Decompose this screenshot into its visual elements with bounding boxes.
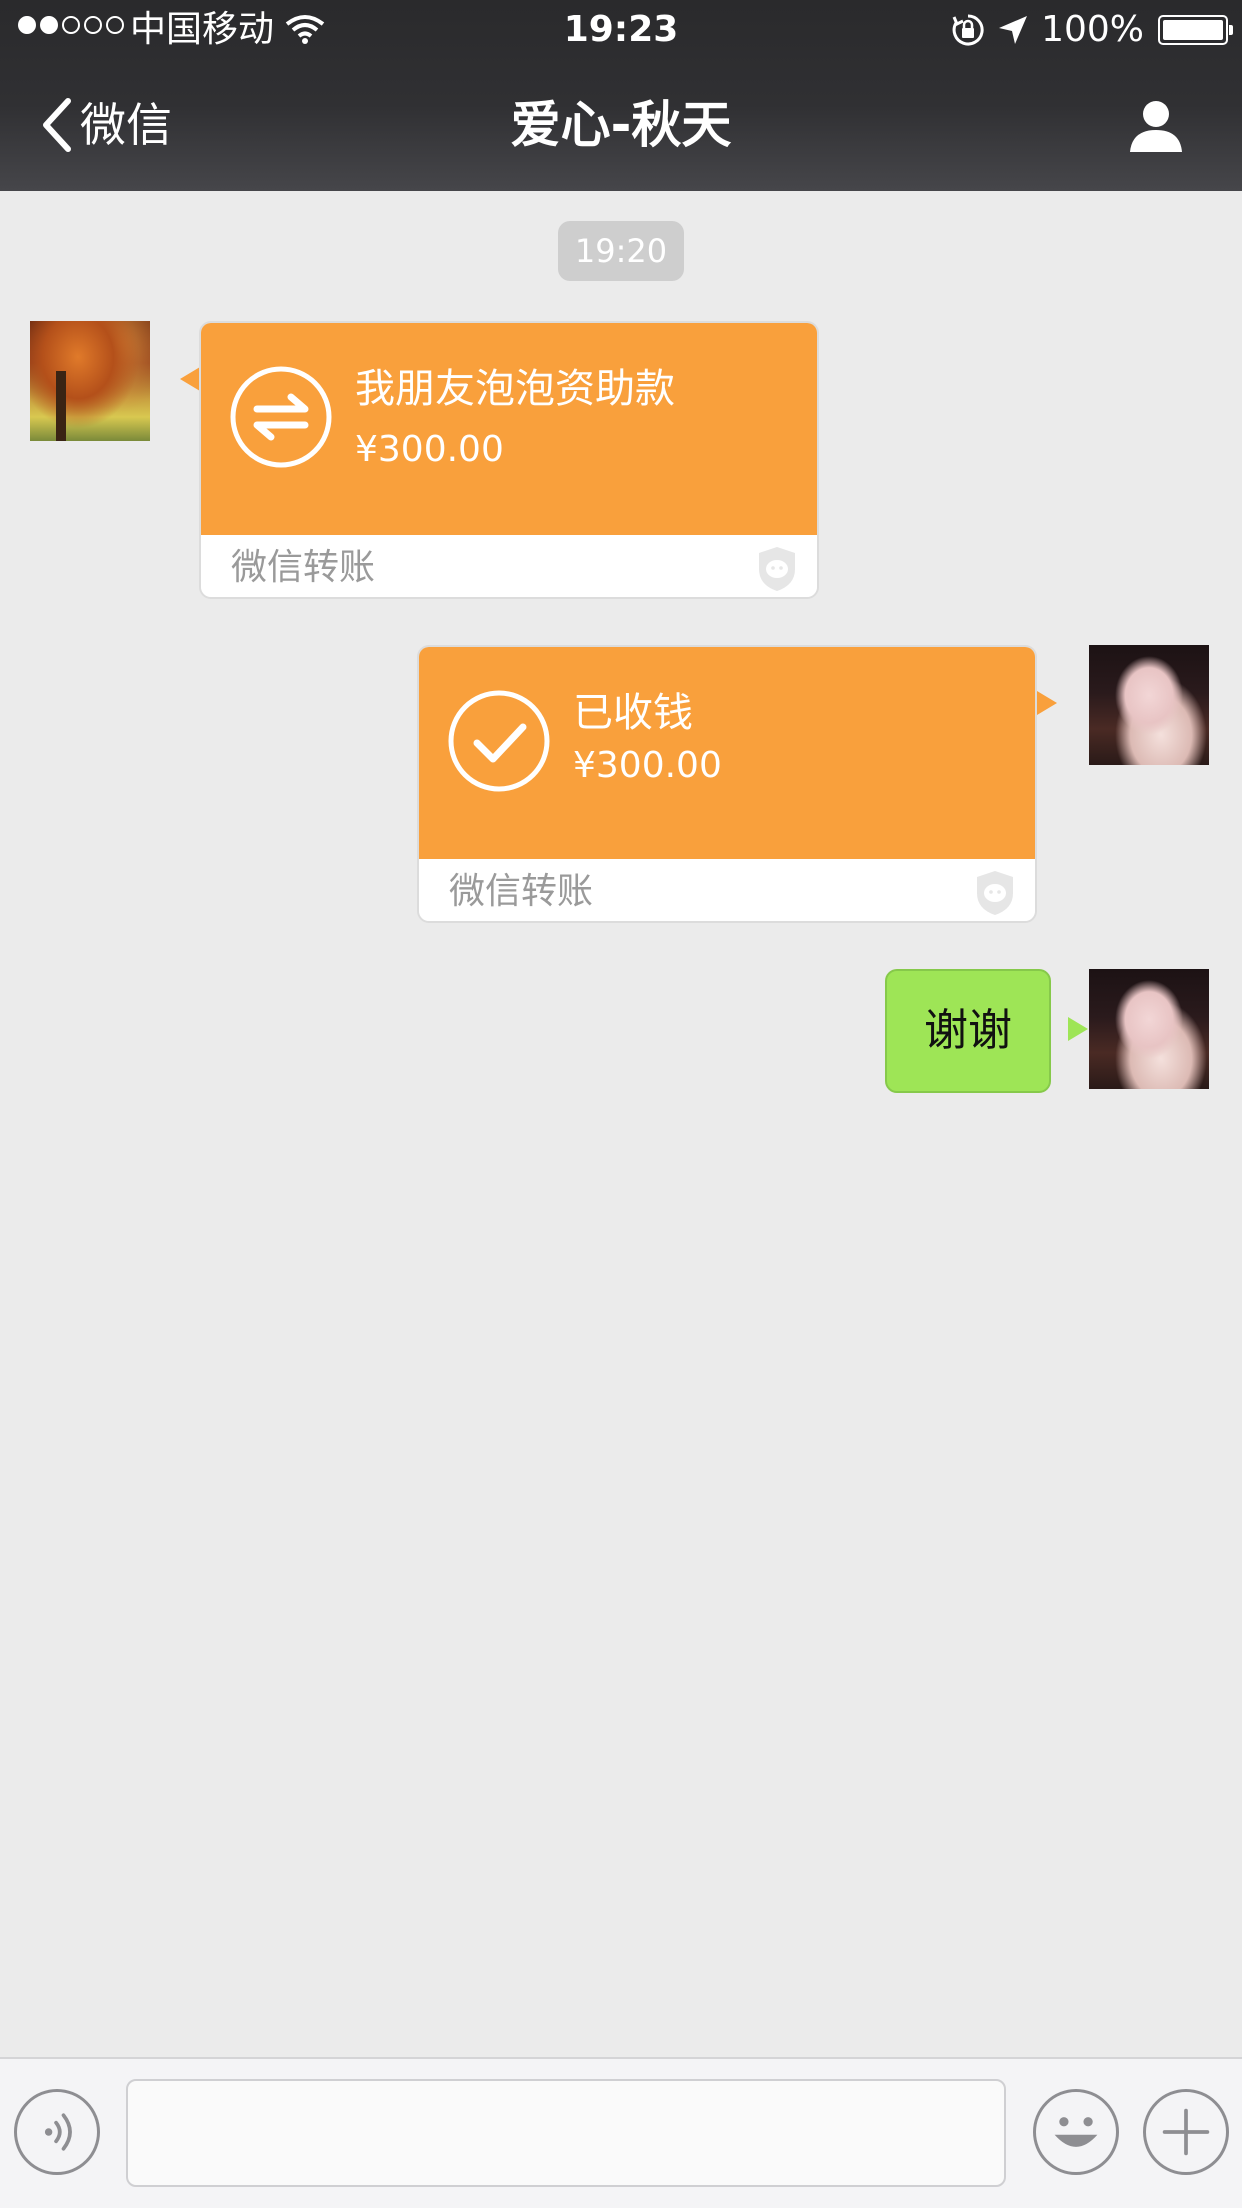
more-button[interactable] — [1143, 2089, 1229, 2175]
status-right: 100% — [951, 8, 1233, 52]
transfer-note: 我朋友泡泡资助款 — [355, 366, 675, 412]
top-bar: 中国移动 19:23 100% 微信 爱心-秋天 — [0, 0, 1242, 191]
message-timestamp: 19:20 — [558, 221, 684, 281]
message-input[interactable] — [126, 2079, 1006, 2187]
status-bar: 中国移动 19:23 100% — [0, 0, 1242, 62]
transfer-amount: ¥300.00 — [573, 745, 722, 786]
navigation-bar: 微信 爱心-秋天 — [0, 62, 1242, 191]
voice-icon — [44, 2113, 72, 2151]
bubble-tail — [180, 367, 200, 391]
chat-title: 爱心-秋天 — [510, 96, 732, 154]
emoji-button[interactable] — [1033, 2089, 1119, 2175]
transfer-label: 微信转账 — [231, 547, 376, 588]
shield-icon — [759, 547, 795, 591]
transfer-arrows-icon — [230, 366, 332, 468]
transfer-status: 已收钱 — [573, 690, 693, 736]
voice-button[interactable] — [14, 2089, 100, 2175]
shield-icon — [977, 871, 1013, 915]
bubble-tail — [1068, 1017, 1088, 1041]
contact-avatar[interactable] — [30, 321, 150, 441]
user-avatar[interactable] — [1089, 645, 1209, 765]
location-arrow-icon — [999, 16, 1028, 44]
transfer-bubble-outgoing[interactable]: 已收钱 ¥300.00 微信转账 — [417, 645, 1037, 923]
battery-icon — [1158, 15, 1233, 45]
battery-percent: 100% — [1041, 9, 1144, 50]
user-avatar[interactable] — [1089, 969, 1209, 1089]
transfer-label: 微信转账 — [449, 871, 594, 912]
check-icon — [448, 690, 550, 792]
plus-icon — [1162, 2108, 1210, 2156]
rotation-lock-icon — [952, 14, 984, 46]
chat-area[interactable]: 19:20 我朋友泡泡资助款 ¥300.00 微信转账 已收钱 ¥300.00 … — [0, 191, 1242, 2057]
transfer-amount: ¥300.00 — [355, 429, 504, 470]
bubble-tail — [1037, 691, 1057, 715]
input-bar — [0, 2057, 1242, 2208]
emoji-icon — [1054, 2117, 1098, 2147]
person-icon[interactable] — [1126, 96, 1186, 156]
transfer-bubble-incoming[interactable]: 我朋友泡泡资助款 ¥300.00 微信转账 — [199, 321, 819, 599]
text-message-bubble[interactable]: 谢谢 — [885, 969, 1051, 1093]
